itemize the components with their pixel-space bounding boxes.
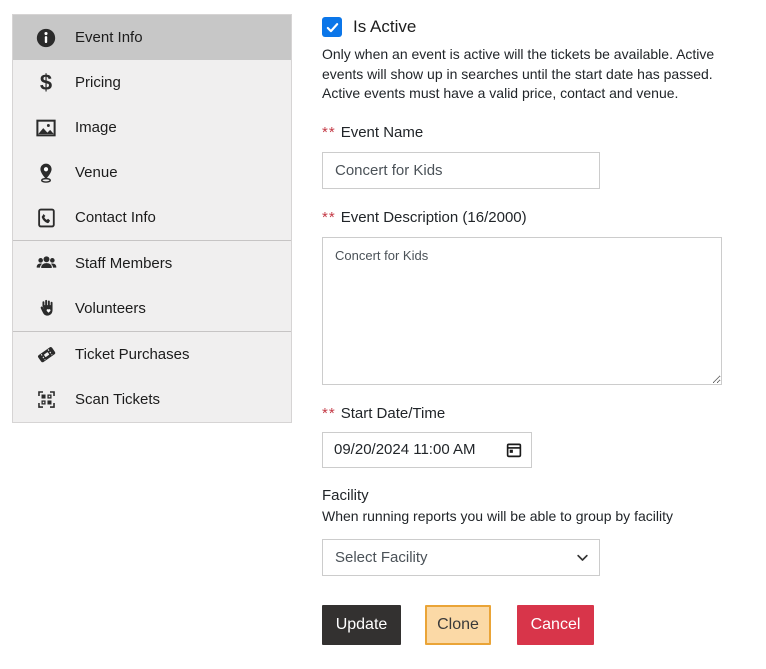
required-marker: ** [322, 208, 336, 226]
sidebar-item-label: Volunteers [75, 300, 146, 317]
event-name-input[interactable] [322, 151, 600, 189]
sidebar-item-label: Event Info [75, 29, 143, 46]
calendar-icon[interactable] [505, 441, 523, 464]
is-active-label: Is Active [353, 17, 417, 36]
event-info-form: Is Active Only when an event is active w… [322, 16, 722, 645]
sidebar-item-label: Venue [75, 164, 118, 181]
start-datetime-field [322, 431, 532, 468]
sidebar-item-label: Contact Info [75, 209, 156, 226]
facility-select-wrap: Select Facility [322, 538, 600, 576]
sidebar-item-ticket-purchases[interactable]: Ticket Purchases [13, 332, 291, 377]
sidebar-item-contact-info[interactable]: Contact Info [13, 195, 291, 240]
form-actions: Update Clone Cancel [322, 604, 722, 645]
info-icon [34, 26, 58, 50]
sidebar-item-label: Scan Tickets [75, 391, 161, 408]
sidebar-group-event: Event Info $ Pricing Image Venue Contact… [13, 15, 291, 240]
facility-help-text: When running reports you will be able to… [322, 507, 673, 524]
facility-label: Facility [322, 486, 369, 504]
facility-select[interactable]: Select Facility [322, 538, 600, 576]
sidebar-item-image[interactable]: Image [13, 105, 291, 150]
sidebar-item-staff-members[interactable]: Staff Members [13, 241, 291, 286]
people-icon [34, 252, 58, 276]
hand-heart-icon [34, 297, 58, 321]
sidebar-group-tickets: Ticket Purchases Scan Tickets [13, 331, 291, 422]
image-icon [34, 116, 58, 140]
required-marker: ** [322, 404, 336, 422]
contact-book-icon [34, 206, 58, 230]
clone-button[interactable]: Clone [425, 604, 491, 645]
is-active-checkbox[interactable] [322, 17, 342, 37]
required-marker: ** [322, 123, 336, 141]
sidebar-item-pricing[interactable]: $ Pricing [13, 60, 291, 105]
is-active-help-text: Only when an event is active will the ti… [322, 46, 715, 101]
start-datetime-input[interactable] [322, 431, 532, 468]
sidebar-item-label: Pricing [75, 74, 121, 91]
event-description-label: ** Event Description (16/2000) [322, 208, 527, 226]
start-datetime-label: ** Start Date/Time [322, 404, 446, 422]
update-button[interactable]: Update [322, 604, 401, 645]
ticket-icon [34, 343, 58, 367]
qr-code-icon [34, 388, 58, 412]
sidebar-item-label: Ticket Purchases [75, 346, 190, 363]
sidebar-item-venue[interactable]: Venue [13, 150, 291, 195]
sidebar-group-staff: Staff Members Volunteers [13, 240, 291, 331]
sidebar-item-label: Staff Members [75, 255, 173, 272]
event-name-label: ** Event Name [322, 123, 424, 141]
dollar-icon: $ [39, 69, 53, 95]
location-pin-icon [34, 161, 58, 185]
sidebar-item-label: Image [75, 119, 117, 136]
event-settings-sidebar: Event Info $ Pricing Image Venue Contact… [12, 14, 292, 423]
sidebar-item-event-info[interactable]: Event Info [13, 15, 291, 60]
cancel-button[interactable]: Cancel [517, 604, 594, 645]
event-description-textarea[interactable]: Concert for Kids [322, 236, 722, 385]
sidebar-item-volunteers[interactable]: Volunteers [13, 286, 291, 331]
sidebar-item-scan-tickets[interactable]: Scan Tickets [13, 377, 291, 422]
is-active-row: Is Active [322, 16, 722, 38]
checkmark-icon [326, 22, 338, 32]
